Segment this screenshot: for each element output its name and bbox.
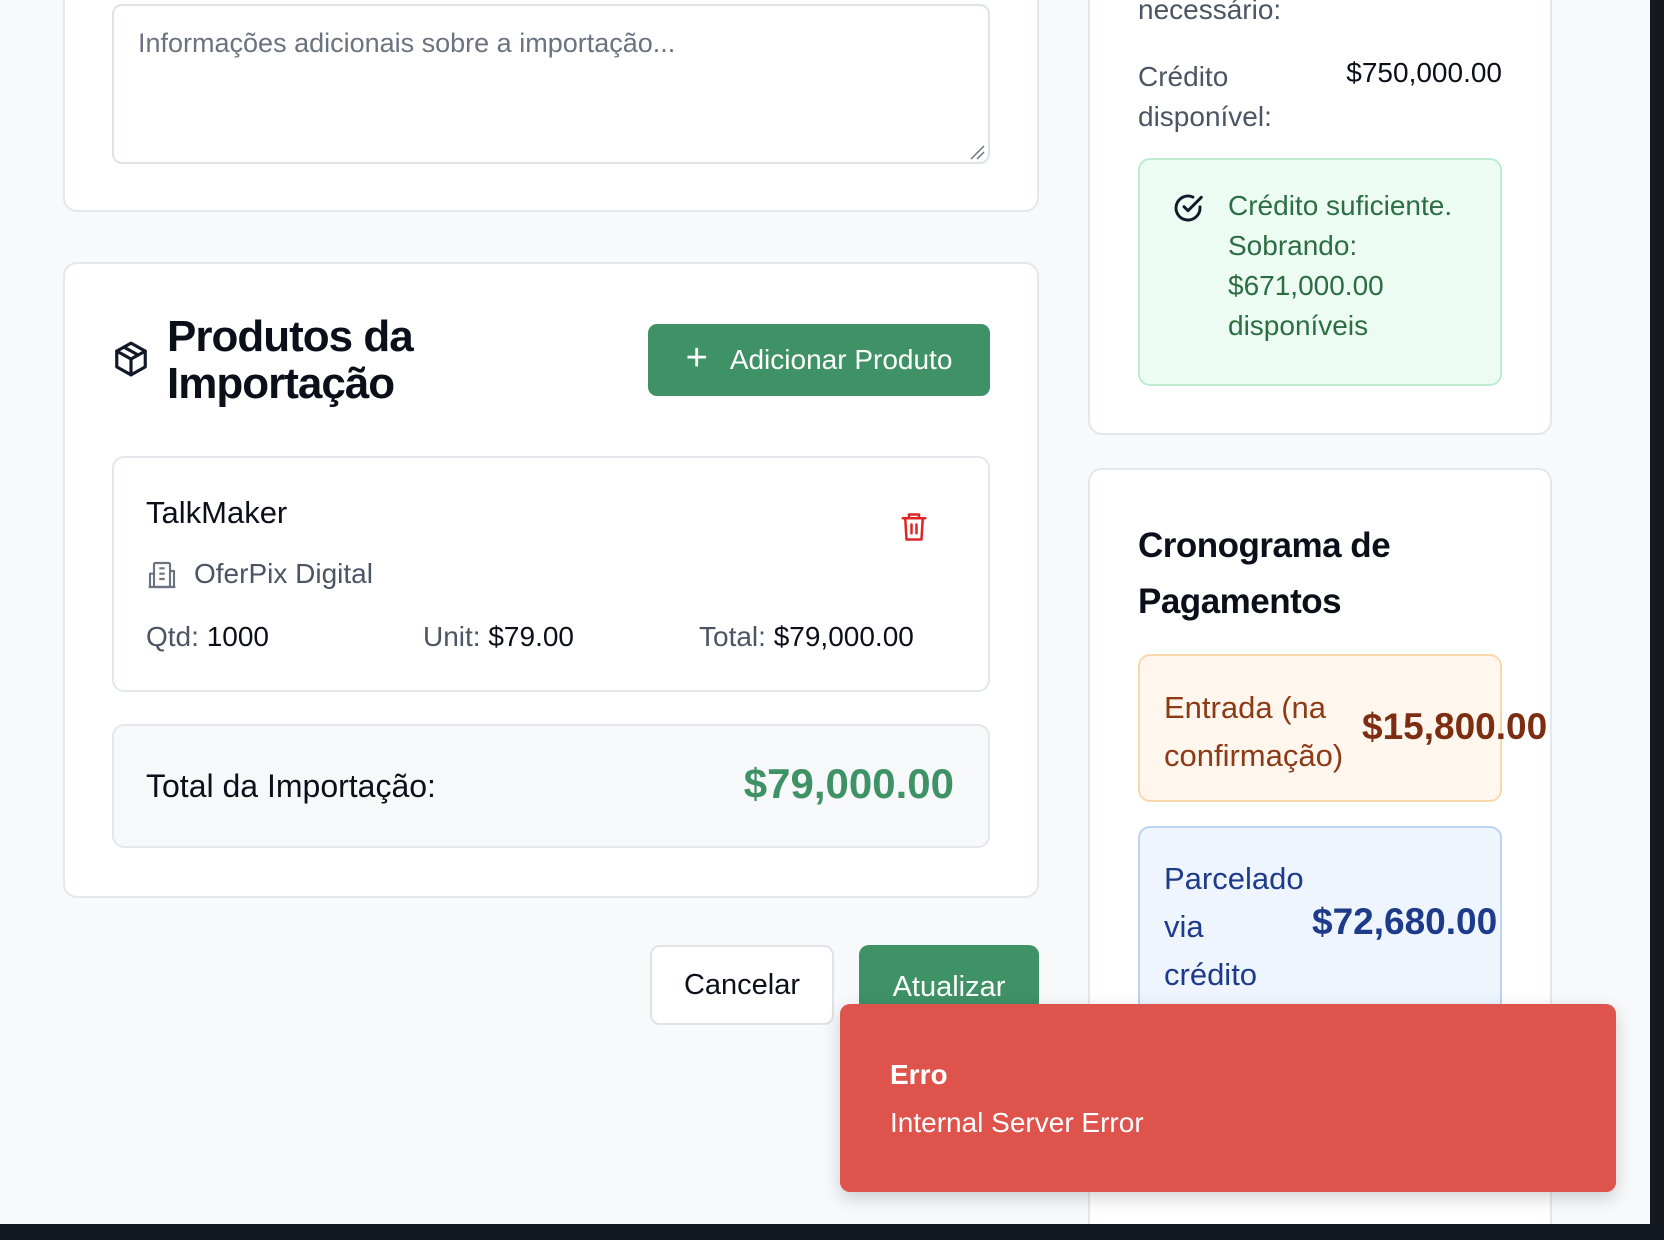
import-total-value: $79,000.00	[743, 760, 954, 807]
qty-value: 1000	[206, 621, 269, 652]
error-toast[interactable]	[840, 1004, 1616, 1192]
import-total-label: Total da Importação:	[146, 768, 436, 804]
qty-label: Qtd:	[146, 621, 199, 652]
unit-value: $79.00	[488, 621, 574, 652]
toast-title: Erro	[890, 1059, 948, 1090]
schedule-credit-label: Parcelado via crédito	[1164, 861, 1304, 992]
box-icon	[115, 341, 147, 377]
check-circle-icon	[1174, 194, 1203, 222]
product-unit: Unit: $79.00	[423, 621, 574, 653]
unit-label: Unit:	[423, 621, 481, 652]
add-product-label: Adicionar Produto	[729, 344, 953, 375]
credit-available-label: Crédito disponível:	[1138, 61, 1272, 132]
product-total: Total: $79,000.00	[699, 621, 914, 653]
notes-textarea[interactable]	[112, 4, 990, 164]
add-product-button[interactable]: + Adicionar Produto	[648, 324, 990, 396]
trash-icon[interactable]	[899, 510, 929, 544]
products-section-title: Produtos da Importação	[167, 312, 414, 408]
app-viewport: Produtos da Importação + Adicionar Produ…	[0, 0, 1650, 1224]
product-qty: Qtd: 1000	[146, 621, 269, 653]
schedule-entry-value: $15,800.00	[1362, 706, 1548, 747]
product-name: TalkMaker	[146, 495, 288, 530]
resize-grip-icon[interactable]	[969, 144, 985, 160]
credit-available-value: $750,000.00	[1346, 57, 1502, 88]
product-supplier: OferPix Digital	[194, 558, 373, 589]
total-value: $79,000.00	[773, 621, 914, 652]
cancel-button[interactable]: Cancelar	[650, 945, 834, 1025]
total-label: Total:	[699, 621, 766, 652]
credit-needed-label: necessário:	[1138, 0, 1282, 25]
schedule-credit-value: $72,680.00	[1312, 901, 1498, 942]
schedule-entry-label: Entrada (na confirmação)	[1164, 690, 1344, 773]
credit-status-text: Crédito suficiente. Sobrando: $671,000.0…	[1228, 190, 1453, 341]
building-icon	[148, 561, 176, 589]
toast-message: Internal Server Error	[890, 1107, 1144, 1138]
schedule-title: Cronograma de Pagamentos	[1138, 526, 1391, 621]
plus-icon: +	[685, 337, 708, 379]
